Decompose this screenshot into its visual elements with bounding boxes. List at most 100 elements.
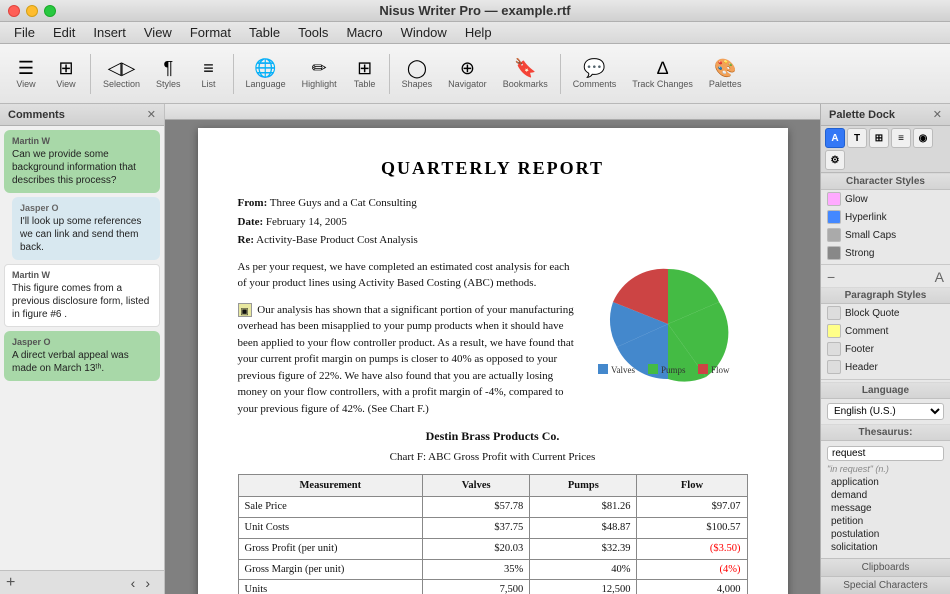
toolbar: ☰View⊞View ◁▷Selection¶Styles≡List 🌐Langua… [0, 44, 950, 104]
palette-tab-list[interactable]: ≡ [891, 128, 911, 148]
thesaurus-item[interactable]: postulation [827, 528, 944, 541]
char-style-item[interactable]: Glow [821, 190, 950, 208]
palette-tab-grid[interactable]: ⊞ [869, 128, 889, 148]
palette-tab-color[interactable]: ◉ [913, 128, 933, 148]
para-style-item[interactable]: Footer [821, 340, 950, 358]
table-header-valves: Valves [423, 474, 530, 497]
thesaurus-item[interactable]: application [827, 476, 944, 489]
maximize-button[interactable] [44, 5, 56, 17]
ruler [165, 104, 820, 120]
toolbar-btn-track-changes[interactable]: ∆Track Changes [626, 55, 699, 93]
comments-footer: + ‹ › [0, 570, 164, 594]
style-name: Strong [845, 248, 874, 259]
toolbar-btn-bookmarks[interactable]: 🔖Bookmarks [497, 55, 554, 93]
paragraph-styles-list: Block Quote Comment FooterHeaderHeading 1⌘… [821, 304, 950, 377]
comment-item-2[interactable]: Jasper O A direct verbal appeal was made… [4, 331, 160, 381]
comments-header: Comments ✕ [0, 104, 164, 126]
reply-text: I'll look up some references we can link… [20, 215, 152, 254]
prev-comment-button[interactable]: ‹ [127, 573, 140, 593]
table-cell: $32.39 [530, 538, 637, 559]
style-name: Small Caps [845, 230, 896, 241]
toolbar-icon-4: ≡ [203, 59, 214, 77]
comment-reply[interactable]: Jasper O I'll look up some references we… [12, 197, 160, 260]
para-style-item[interactable]: Block Quote [821, 304, 950, 322]
style-name: Comment [845, 326, 888, 337]
menu-item-table[interactable]: Table [241, 24, 288, 41]
minimize-button[interactable] [26, 5, 38, 17]
toolbar-label-3: Styles [156, 79, 181, 89]
menu-item-file[interactable]: File [6, 24, 43, 41]
toolbar-btn-palettes[interactable]: 🎨 Palettes [703, 55, 748, 93]
toolbar-btn-highlight[interactable]: ✏Highlight [296, 55, 343, 93]
menu-item-macro[interactable]: Macro [338, 24, 390, 41]
toolbar-btn-language[interactable]: 🌐Language [240, 55, 292, 93]
toolbar-btn-navigator[interactable]: ⊕Navigator [442, 55, 493, 93]
table-cell: 12,500 [530, 580, 637, 594]
paragraph-styles-label: Paragraph Styles [821, 287, 950, 304]
language-select[interactable]: English (U.S.) [827, 403, 944, 420]
char-styles-minus[interactable]: − [827, 269, 835, 285]
toolbar-label-13: Palettes [709, 79, 742, 89]
comments-close-button[interactable]: ✕ [147, 108, 156, 121]
comment-item[interactable]: Martin W Can we provide some background … [4, 130, 160, 193]
menu-item-help[interactable]: Help [457, 24, 500, 41]
style-name: Hyperlink [845, 212, 887, 223]
toolbar-btn-selection[interactable]: ◁▷Selection [97, 55, 146, 93]
comment-marker: ▣ [238, 303, 252, 317]
toolbar-btn-comments[interactable]: 💬Comments [567, 55, 623, 93]
menu-bar: FileEditInsertViewFormatTableToolsMacroW… [0, 22, 950, 44]
palette-tab-t[interactable]: T [847, 128, 867, 148]
thesaurus-sub: "in request" (n.) [827, 464, 944, 474]
clipboards-button[interactable]: Clipboards [821, 558, 950, 576]
palette-tab-a[interactable]: A [825, 128, 845, 148]
thesaurus-input[interactable] [827, 446, 944, 461]
table-row: Unit Costs$37.75$48.87$100.57 [238, 518, 747, 539]
close-button[interactable] [8, 5, 20, 17]
thesaurus-item[interactable]: demand [827, 489, 944, 502]
comment-note[interactable]: Martin W This figure comes from a previo… [4, 264, 160, 327]
para-style-item[interactable]: Heading 1⌘H1 [821, 376, 950, 377]
toolbar-btn-table[interactable]: ⊞Table [347, 55, 383, 93]
add-comment-button[interactable]: + [6, 574, 15, 592]
menu-item-format[interactable]: Format [182, 24, 239, 41]
toolbar-btn-list[interactable]: ≡List [191, 55, 227, 93]
menu-item-edit[interactable]: Edit [45, 24, 83, 41]
thesaurus-item[interactable]: message [827, 502, 944, 515]
toolbar-icon-13: 🎨 [714, 59, 736, 77]
menu-item-view[interactable]: View [136, 24, 180, 41]
document-page[interactable]: Quarterly Report From: Three Guys and a … [198, 128, 788, 594]
toolbar-icon-11: 💬 [583, 59, 605, 77]
toolbar-label-7: Table [354, 79, 376, 89]
thesaurus-item[interactable]: petition [827, 515, 944, 528]
document-area[interactable]: Quarterly Report From: Three Guys and a … [165, 104, 820, 594]
style-swatch [827, 306, 841, 320]
para-style-item[interactable]: Comment [821, 322, 950, 340]
thesaurus-header: Thesaurus: [821, 424, 950, 441]
next-comment-button[interactable]: › [141, 573, 154, 593]
document-title: Quarterly Report [238, 158, 748, 179]
menu-item-tools[interactable]: Tools [290, 24, 336, 41]
divider-1 [821, 264, 950, 265]
char-style-item[interactable]: Strong [821, 244, 950, 262]
toolbar-label-8: Shapes [402, 79, 433, 89]
table-cell: Units [238, 580, 423, 594]
toolbar-btn-view[interactable]: ⊞View [48, 55, 84, 93]
table-cell: Sale Price [238, 497, 423, 518]
char-style-item[interactable]: Small Caps [821, 226, 950, 244]
thesaurus-item[interactable]: solicitation [827, 541, 944, 554]
menu-item-window[interactable]: Window [393, 24, 455, 41]
toolbar-btn-shapes[interactable]: ◯Shapes [396, 55, 439, 93]
title-bar: Nisus Writer Pro — example.rtf [0, 0, 950, 22]
palette-tab-gear[interactable]: ⚙ [825, 150, 845, 170]
char-styles-plus[interactable]: A [935, 269, 944, 285]
toolbar-btn-view[interactable]: ☰View [8, 55, 44, 93]
para-style-item[interactable]: Header [821, 358, 950, 376]
special-characters-button[interactable]: Special Characters [821, 576, 950, 594]
table-cell: $20.03 [423, 538, 530, 559]
menu-item-insert[interactable]: Insert [85, 24, 134, 41]
char-style-item[interactable]: Hyperlink [821, 208, 950, 226]
document-body[interactable]: From: Three Guys and a Cat Consulting Da… [238, 195, 748, 594]
toolbar-btn-styles[interactable]: ¶Styles [150, 55, 187, 93]
negative-value: (4%) [720, 564, 741, 575]
palette-dock-close-button[interactable]: ✕ [933, 108, 942, 121]
